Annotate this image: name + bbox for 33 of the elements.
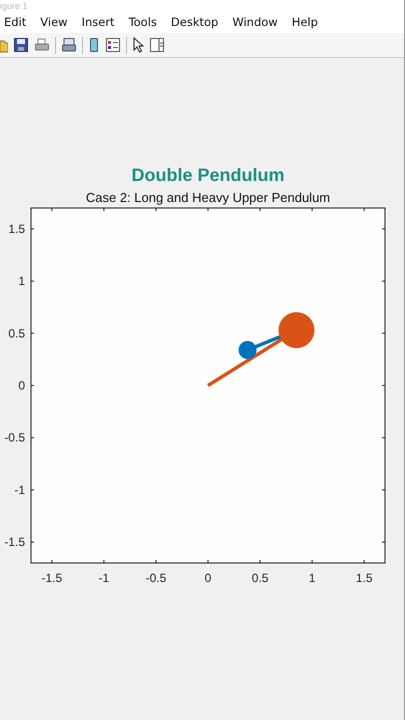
printer-icon[interactable] bbox=[61, 37, 77, 53]
axis-tick-label: -1 bbox=[98, 571, 110, 585]
axis-tick-label: 1 bbox=[308, 571, 316, 585]
axis-tick-label: 0.5 bbox=[8, 326, 25, 340]
print-icon[interactable] bbox=[34, 37, 50, 53]
legend-icon[interactable] bbox=[105, 37, 121, 53]
pendulum-bob bbox=[238, 341, 257, 359]
pendulum-bob bbox=[278, 312, 314, 348]
axis-tick-label: -0.5 bbox=[4, 430, 25, 445]
window-title: igure 1 bbox=[0, 2, 28, 11]
panel-icon[interactable] bbox=[149, 37, 165, 53]
menu-item[interactable]: Tools bbox=[128, 15, 157, 29]
axis-tick-label: -0.5 bbox=[146, 571, 166, 585]
axis-tick-label: 0 bbox=[204, 571, 212, 585]
axis-tick-label: -1.5 bbox=[4, 535, 25, 550]
axis-tick-label: -1 bbox=[14, 482, 25, 497]
axis-tick-label: 0.5 bbox=[252, 571, 268, 585]
axis-tick-label: 1 bbox=[18, 274, 25, 288]
menu-item[interactable]: Help bbox=[292, 15, 318, 29]
menu-item[interactable]: Edit bbox=[4, 15, 26, 29]
menu-item[interactable]: View bbox=[40, 15, 68, 29]
save-icon[interactable] bbox=[13, 37, 29, 53]
axis-tick-label: 0 bbox=[18, 378, 25, 392]
axis-tick-label: -1.5 bbox=[41, 571, 62, 585]
menu-item[interactable]: Insert bbox=[82, 15, 115, 29]
figure-subtitle: Case 2: Long and Heavy Upper Pendulum bbox=[86, 190, 330, 205]
pointer-icon[interactable] bbox=[132, 37, 144, 53]
axis-tick-label: 1.5 bbox=[356, 571, 373, 585]
axis-tick-label: 1.5 bbox=[8, 222, 25, 236]
menu-item[interactable]: Window bbox=[232, 15, 278, 29]
figure-title: Double Pendulum bbox=[132, 165, 284, 185]
menu-item[interactable]: Desktop bbox=[170, 15, 218, 29]
colorbar-icon[interactable] bbox=[88, 37, 100, 53]
